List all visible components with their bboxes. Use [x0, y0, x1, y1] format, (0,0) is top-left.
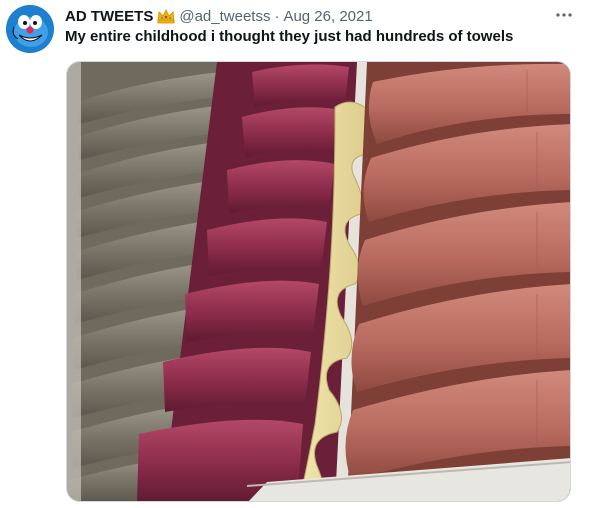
crown-icon [157, 8, 175, 24]
author-display-name[interactable]: AD TWEETS [65, 8, 153, 25]
towels-photo [67, 62, 570, 501]
header-separator: · [274, 7, 280, 25]
oggy-avatar-icon [6, 5, 54, 53]
tweet-media-photo[interactable] [66, 61, 571, 502]
more-dots-icon [556, 13, 572, 17]
avatar[interactable] [6, 5, 54, 53]
author-handle[interactable]: @ad_tweetss [179, 8, 270, 25]
coral-towel-stack [345, 62, 570, 501]
tweet-date[interactable]: Aug 26, 2021 [283, 8, 372, 25]
tweet-text: My entire childhood i thought they just … [65, 28, 514, 45]
tweet-card[interactable]: AD TWEETS @ad_tweetss · Aug 26, 2021 My … [0, 0, 591, 508]
tweet-header: AD TWEETS @ad_tweetss · Aug 26, 2021 [65, 6, 373, 26]
more-options-button[interactable] [551, 4, 577, 26]
